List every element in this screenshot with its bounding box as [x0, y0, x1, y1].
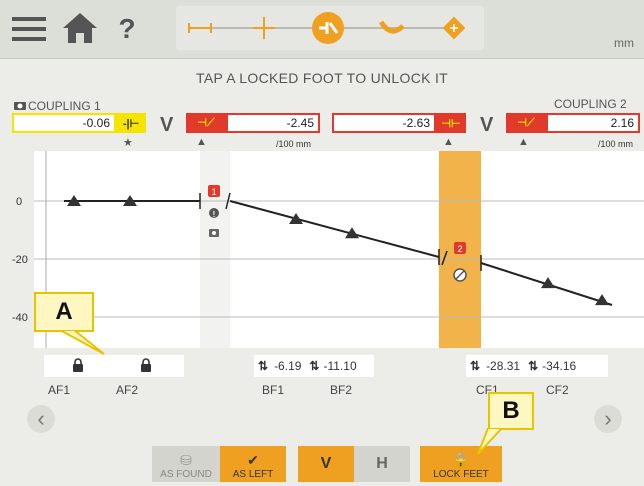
y-tick-0: 0 [16, 196, 23, 208]
next-arrow-icon[interactable]: › [594, 405, 622, 433]
callout-b-pointer [477, 428, 504, 455]
v-button[interactable]: V [298, 446, 354, 482]
coupling1-angle-value[interactable]: -2.45 [226, 113, 320, 133]
svg-text:!: ! [213, 210, 216, 219]
as-found-icon: ⛁ [180, 452, 192, 468]
cf2-value[interactable]: -34.16 [542, 359, 576, 373]
callout-a: A [34, 292, 94, 332]
help-button[interactable]: ? [112, 10, 142, 48]
feet-c-values: ⇅ -28.31 ⇅ -34.16 [466, 355, 608, 377]
as-left-icon: ✔ [247, 452, 259, 468]
bf1-value[interactable]: -6.19 [274, 359, 301, 373]
foot-label-af1: AF1 [48, 383, 71, 397]
vertical-arrow-icon: ⇅ [470, 359, 481, 373]
warning-icon: ▲ [196, 136, 207, 148]
lock-icon[interactable] [140, 357, 152, 375]
locked-feet-box [44, 355, 184, 377]
coupling1-unit: /100 mm [276, 139, 312, 149]
workflow-steps [176, 6, 484, 50]
coupling1-v-label: V [160, 114, 174, 136]
alignment-chart: 1 ! 2 [34, 151, 644, 348]
coupling1-name: COUPLING 1 [28, 99, 101, 113]
foot-label-bf1: BF1 [262, 383, 285, 397]
h-button[interactable]: H [354, 446, 410, 482]
home-icon[interactable] [58, 8, 102, 48]
vertical-arrow-icon: ⇅ [528, 359, 539, 373]
callout-a-pointer [60, 330, 105, 355]
lock-feet-icon: 🔒 [452, 452, 470, 468]
coupling2-unit: /100 mm [598, 139, 634, 149]
unit-label: mm [614, 36, 634, 50]
angle-icon: ⊣⟋ [186, 113, 226, 133]
cf1-value[interactable]: -28.31 [486, 359, 520, 373]
coupling2-name: COUPLING 2 [554, 97, 627, 111]
dimensions-icon[interactable] [184, 12, 216, 44]
top-toolbar: ? mm [0, 0, 644, 59]
coupling2-angle-value[interactable]: 2.16 [546, 113, 640, 133]
hamburger-menu-icon[interactable] [10, 12, 48, 46]
foot-marker-bf1 [289, 212, 303, 224]
result-icon[interactable] [312, 12, 344, 44]
correct-icon[interactable] [376, 12, 408, 44]
gap-icon: -|⊢ [116, 113, 146, 133]
bf2-value[interactable]: -11.10 [323, 359, 356, 373]
y-tick-40: -40 [12, 312, 28, 324]
foot-label-af2: AF2 [116, 383, 139, 397]
offset-icon: ⊣⊢ [436, 113, 466, 133]
vertical-arrow-icon: ⇅ [309, 359, 320, 373]
y-tick-20: -20 [12, 254, 28, 266]
warning-icon: ▲ [443, 136, 454, 148]
feet-b-values: ⇅ -6.19 ⇅ -11.10 [254, 355, 374, 377]
angle-icon: ⊣⟋ [506, 113, 546, 133]
as-found-button[interactable]: ⛁ AS FOUND [152, 446, 220, 482]
coupling2-offset-value[interactable]: -2.63 [332, 113, 436, 133]
vertical-arrow-icon: ⇅ [258, 359, 269, 373]
tape-icon[interactable] [438, 12, 470, 44]
warning-icon: ▲ [518, 136, 529, 148]
marker-2-label: 2 [457, 244, 462, 254]
as-left-button[interactable]: ✔ AS LEFT [220, 446, 286, 482]
lock-icon[interactable] [72, 357, 84, 375]
instruction-banner: TAP A LOCKED FOOT TO UNLOCK IT [196, 70, 448, 86]
callout-b: B [488, 392, 534, 430]
star-icon: ★ [123, 137, 133, 149]
foot-label-bf2: BF2 [330, 383, 353, 397]
coupling1-gap-value[interactable]: -0.06 [12, 113, 116, 133]
coupling2-v-label: V [480, 114, 494, 136]
measure-icon[interactable] [248, 12, 280, 44]
previous-arrow-icon[interactable]: ‹ [27, 405, 55, 433]
coupling1-band [200, 151, 230, 348]
machine-b-line [229, 200, 440, 258]
marker-1-label: 1 [211, 187, 216, 197]
foot-label-cf2: CF2 [546, 383, 569, 397]
